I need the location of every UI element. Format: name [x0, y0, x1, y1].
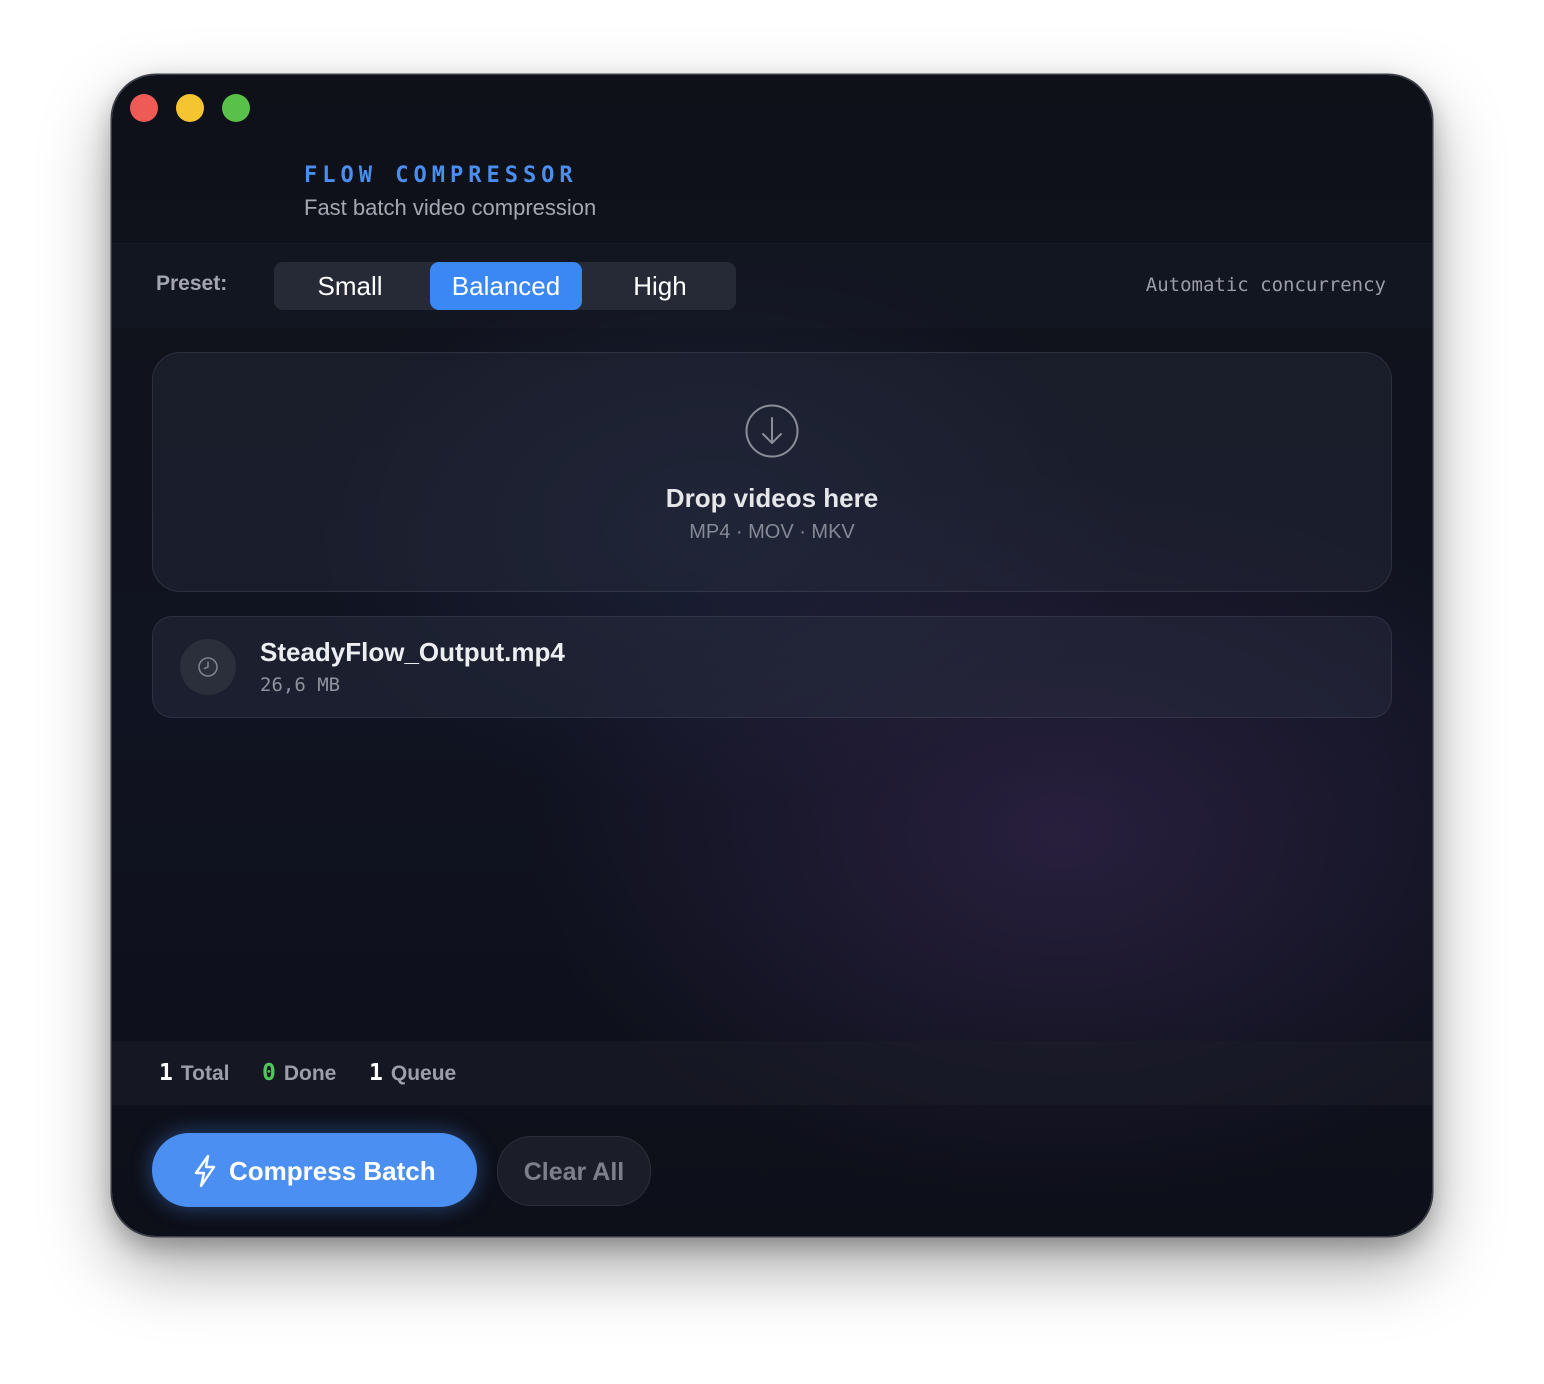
preset-segmented-control: Small Balanced High — [274, 262, 736, 310]
preset-label: Preset: — [156, 272, 228, 295]
arrow-down-circle-icon — [745, 404, 799, 458]
concurrency-label: Automatic concurrency — [1145, 274, 1386, 296]
minimize-window-button[interactable] — [176, 94, 204, 122]
compress-batch-label: Compress Batch — [229, 1156, 436, 1186]
close-window-button[interactable] — [130, 94, 158, 122]
stat-done-value: 0 — [262, 1060, 276, 1086]
drop-zone[interactable]: Drop videos here MP4 · MOV · MKV — [152, 352, 1392, 592]
preset-high[interactable]: High — [584, 262, 736, 310]
app-subtitle: Fast batch video compression — [304, 195, 597, 220]
app-window: FLOW COMPRESSOR Fast batch video compres… — [112, 75, 1432, 1236]
file-status-badge — [180, 639, 236, 695]
preset-small[interactable]: Small — [274, 262, 426, 310]
zoom-window-button[interactable] — [222, 94, 250, 122]
app-title: FLOW COMPRESSOR — [304, 163, 578, 188]
stat-total-label: Total — [180, 1062, 230, 1085]
file-list-item[interactable]: SteadyFlow_Output.mp4 26,6 MB — [152, 616, 1392, 718]
drop-zone-formats: MP4 · MOV · MKV — [689, 521, 855, 543]
drop-zone-title: Drop videos here — [665, 483, 879, 513]
bolt-icon — [194, 1155, 216, 1187]
stat-queue: 1 Queue — [369, 1060, 456, 1086]
stat-done: 0 Done — [262, 1060, 336, 1086]
stat-done-label: Done — [283, 1062, 337, 1085]
stat-total-value: 1 — [159, 1060, 173, 1086]
compress-batch-button[interactable]: Compress Batch — [152, 1133, 477, 1207]
clear-all-label: Clear All — [523, 1158, 625, 1186]
preset-balanced[interactable]: Balanced — [430, 262, 582, 310]
stat-queue-label: Queue — [390, 1062, 457, 1085]
file-size: 26,6 MB — [260, 674, 341, 696]
clear-all-button[interactable]: Clear All — [497, 1136, 651, 1206]
clock-icon — [198, 657, 218, 677]
file-name: SteadyFlow_Output.mp4 — [260, 637, 565, 667]
stats-bar: 1 Total 0 Done 1 Queue — [112, 1041, 1432, 1105]
stat-queue-value: 1 — [369, 1060, 383, 1086]
stat-total: 1 Total — [159, 1060, 229, 1086]
